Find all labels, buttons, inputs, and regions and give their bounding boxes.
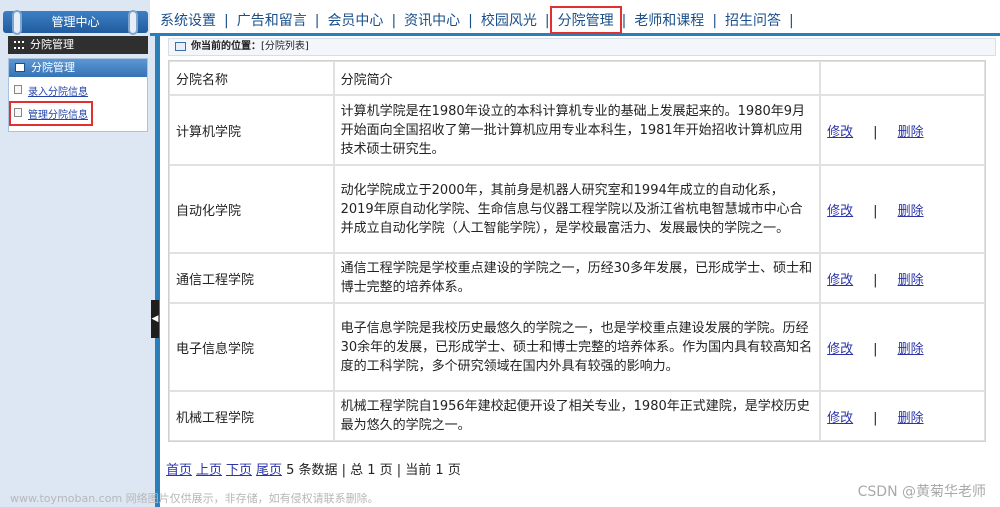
branch-name: 电子信息学院: [169, 303, 334, 391]
table-row: 计算机学院 计算机学院是在1980年设立的本科计算机专业的基础上发展起来的。19…: [169, 95, 985, 165]
action-separator: |: [873, 272, 878, 288]
nav-item-system[interactable]: 系统设置: [156, 10, 220, 30]
edit-link[interactable]: 修改: [827, 273, 853, 288]
branch-name: 机械工程学院: [169, 391, 334, 441]
branch-desc: 通信工程学院是学校重点建设的学院之一，历经30多年发展，已形成学士、硕士和博士完…: [333, 253, 821, 303]
table-row: 机械工程学院 机械工程学院自1956年建校起便开设了相关专业，1980年正式建院…: [169, 391, 985, 441]
pin-icon: [128, 10, 138, 35]
nav-item-ads[interactable]: 广告和留言: [233, 10, 311, 30]
branch-desc: 动化学院成立于2000年，其前身是机器人研究室和1994年成立的自动化系，201…: [333, 165, 821, 253]
table-row: 电子信息学院 电子信息学院是我校历史最悠久的学院之一，也是学校重点建设发展的学院…: [169, 303, 985, 391]
nav-item-branch[interactable]: 分院管理: [549, 6, 622, 34]
first-page-link[interactable]: 首页: [166, 463, 192, 478]
next-page-link[interactable]: 下页: [226, 463, 252, 478]
branch-name: 计算机学院: [169, 95, 334, 165]
window-icon: [175, 42, 186, 51]
watermark-text: www.toymoban.com 网络图片仅供展示，非存储，如有侵权请联系删除。: [10, 492, 379, 505]
nav-separator: |: [544, 13, 550, 29]
pagination: 首页 上页 下页 尾页 5 条数据 | 总 1 页 | 当前 1 页: [166, 459, 461, 478]
menu-icon: [14, 41, 24, 49]
edit-link[interactable]: 修改: [827, 204, 853, 219]
column-header-name: 分院名称: [169, 61, 334, 95]
row-actions: 修改 | 删除: [820, 303, 985, 391]
last-page-link[interactable]: 尾页: [256, 463, 282, 478]
sidebar-title: 管理中心: [3, 11, 148, 33]
watermark-author: CSDN @黄菊华老师: [857, 484, 986, 500]
table-header-row: 分院名称 分院简介: [169, 61, 985, 95]
table-row: 通信工程学院 通信工程学院是学校重点建设的学院之一，历经30多年发展，已形成学士…: [169, 253, 985, 303]
row-actions: 修改 | 删除: [820, 165, 985, 253]
top-navigation: 系统设置 | 广告和留言 | 会员中心 | 资讯中心 | 校园风光 | 分院管理 | 老师和课程 | 招生问…: [150, 0, 1000, 36]
branch-desc: 计算机学院是在1980年设立的本科计算机专业的基础上发展起来的。1980年9月开…: [333, 95, 821, 165]
delete-link[interactable]: 删除: [898, 125, 924, 140]
nav-separator: |: [789, 13, 794, 29]
sidebar-link-label: 管理分院信息: [28, 110, 88, 121]
delete-link[interactable]: 删除: [898, 342, 924, 357]
breadcrumb: 你当前的位置：[分院列表]: [168, 38, 996, 56]
nav-separator: |: [224, 13, 229, 29]
document-icon: [14, 108, 22, 117]
action-separator: |: [873, 203, 878, 219]
sidebar-section-label: 分院管理: [30, 38, 74, 51]
delete-link[interactable]: 删除: [898, 273, 924, 288]
nav-item-members[interactable]: 会员中心: [323, 10, 387, 30]
nav-item-admissions[interactable]: 招生问答: [721, 10, 785, 30]
pagination-summary: 5 条数据 | 总 1 页 | 当前 1 页: [286, 463, 461, 478]
branch-name: 通信工程学院: [169, 253, 334, 303]
sidebar-link-label: 录入分院信息: [28, 87, 88, 98]
row-actions: 修改 | 删除: [820, 95, 985, 165]
document-icon: [14, 85, 22, 94]
delete-link[interactable]: 删除: [898, 204, 924, 219]
nav-item-teachers[interactable]: 老师和课程: [630, 10, 708, 30]
branch-desc: 机械工程学院自1956年建校起便开设了相关专业，1980年正式建院，是学校历史最…: [333, 391, 821, 441]
nav-separator: |: [391, 13, 397, 29]
edit-link[interactable]: 修改: [827, 125, 853, 140]
sidebar-link-manage-branch[interactable]: 管理分院信息: [9, 101, 93, 126]
row-actions: 修改 | 删除: [820, 391, 985, 441]
prev-page-link[interactable]: 上页: [196, 463, 222, 478]
sidebar-group-header[interactable]: 分院管理: [9, 59, 147, 77]
nav-item-news[interactable]: 资讯中心: [400, 10, 464, 30]
delete-link[interactable]: 删除: [898, 411, 924, 426]
action-separator: |: [873, 410, 878, 426]
breadcrumb-label: 你当前的位置：: [191, 41, 261, 52]
edit-link[interactable]: 修改: [827, 411, 853, 426]
main-content: 你当前的位置：[分院列表] 分院名称 分院简介 计算机学院 计算机学院是在198…: [164, 36, 1000, 507]
nav-separator: |: [314, 13, 320, 29]
nav-separator: |: [621, 13, 627, 29]
collapse-toggle-icon[interactable]: ◀: [151, 300, 159, 338]
breadcrumb-value: [分院列表]: [261, 41, 309, 52]
nav-separator: |: [712, 13, 718, 29]
row-actions: 修改 | 删除: [820, 253, 985, 303]
column-header-ops: [820, 61, 985, 95]
nav-separator: |: [468, 13, 473, 29]
branch-table: 分院名称 分院简介 计算机学院 计算机学院是在1980年设立的本科计算机专业的基…: [168, 60, 986, 442]
sidebar-group-label: 分院管理: [31, 61, 75, 74]
edit-link[interactable]: 修改: [827, 342, 853, 357]
nav-item-campus[interactable]: 校园风光: [477, 10, 541, 30]
action-separator: |: [873, 124, 878, 140]
action-separator: |: [873, 341, 878, 357]
sidebar-link-add-branch[interactable]: 录入分院信息: [14, 83, 88, 98]
branch-desc: 电子信息学院是我校历史最悠久的学院之一，也是学校重点建设发展的学院。历经30余年…: [333, 303, 821, 391]
sidebar-section-bar[interactable]: 分院管理: [8, 36, 148, 54]
branch-name: 自动化学院: [169, 165, 334, 253]
left-sidebar: 管理中心 分院管理 分院管理 录入分院信息 管理分院信息: [0, 0, 155, 507]
splitter-bar[interactable]: [155, 36, 160, 507]
table-row: 自动化学院 动化学院成立于2000年，其前身是机器人研究室和1994年成立的自动…: [169, 165, 985, 253]
column-header-desc: 分院简介: [333, 61, 821, 95]
pin-icon: [12, 10, 22, 35]
window-icon: [15, 63, 25, 72]
